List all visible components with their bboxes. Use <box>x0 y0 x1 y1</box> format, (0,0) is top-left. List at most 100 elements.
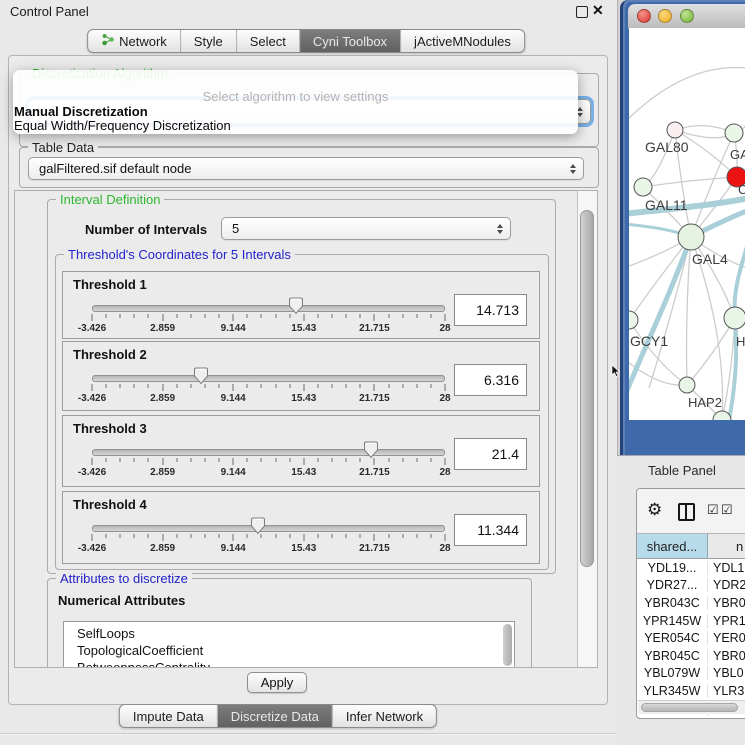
network-edge[interactable] <box>687 237 692 385</box>
checkbox-icon[interactable]: ☑ <box>707 502 719 518</box>
checkbox-icon[interactable]: ☑ <box>721 502 733 518</box>
tick-label: 28 <box>439 543 450 554</box>
table-row[interactable]: YDR27...YDR2 <box>637 577 745 595</box>
tick-label: 28 <box>439 393 450 404</box>
tab-network[interactable]: Network <box>88 30 180 52</box>
algorithm-option[interactable]: Manual Discretization <box>14 104 148 119</box>
threshold-value-field[interactable]: 6.316 <box>454 364 527 396</box>
slider-thumb[interactable] <box>250 517 266 540</box>
table-row[interactable]: YPR145WYPR1 <box>637 612 745 630</box>
numerical-attributes-list[interactable]: SelfLoopsTopologicalCoefficientBetweenne… <box>63 621 515 667</box>
float-window-icon[interactable] <box>576 6 588 18</box>
tab-cyni-toolbox[interactable]: Cyni Toolbox <box>299 30 400 52</box>
algorithm-prompt: Select algorithm to view settings <box>13 89 578 104</box>
threshold-label: Threshold 2 <box>73 347 147 362</box>
threshold-slider[interactable]: -3.4262.8599.14415.4321.71528 <box>87 440 453 482</box>
cell-name: YER0 <box>708 631 745 645</box>
attributes-group: Attributes to discretize Numerical Attri… <box>47 578 532 667</box>
gear-icon[interactable]: ⚙ <box>647 501 662 518</box>
split-columns-icon[interactable] <box>678 503 695 521</box>
zoom-traffic-light-icon[interactable] <box>680 9 694 23</box>
network-edge[interactable] <box>643 177 737 187</box>
tab-jactivemnodules[interactable]: jActiveMNodules <box>400 30 524 52</box>
number-of-intervals-combobox[interactable]: 5 <box>221 217 511 240</box>
network-node[interactable] <box>725 124 743 142</box>
table-row[interactable]: YBL079WYBL0 <box>637 665 745 683</box>
network-node[interactable] <box>724 307 745 329</box>
threshold-slider[interactable]: -3.4262.8599.14415.4321.71528 <box>87 296 453 338</box>
algorithm-option[interactable]: Equal Width/Frequency Discretization <box>14 118 231 133</box>
tab-discretize-data[interactable]: Discretize Data <box>217 705 332 727</box>
attribute-list-item[interactable]: TopologicalCoefficient <box>64 642 514 659</box>
network-node[interactable] <box>679 377 695 393</box>
network-edge[interactable] <box>687 318 735 385</box>
threshold-value-field[interactable]: 21.4 <box>454 438 527 470</box>
interval-definition-group: Interval Definition Number of Intervals … <box>47 199 556 574</box>
network-edge[interactable] <box>629 67 745 124</box>
attributes-scrollbar-thumb[interactable] <box>503 624 512 666</box>
screen: Control Panel ✕ NetworkStyleSelectCyni T… <box>0 0 745 745</box>
tab-impute-data[interactable]: Impute Data <box>120 705 217 727</box>
main-vertical-scrollbar[interactable] <box>577 191 597 667</box>
cell-name: YPR1 <box>708 614 745 628</box>
network-node[interactable] <box>667 122 683 138</box>
table-row[interactable]: YLR345WYLR3 <box>637 682 745 700</box>
tab-style[interactable]: Style <box>180 30 236 52</box>
network-window-titlebar[interactable] <box>628 4 745 29</box>
close-traffic-light-icon[interactable] <box>637 9 651 23</box>
network-node[interactable] <box>713 411 731 420</box>
slider-thumb[interactable] <box>288 297 304 320</box>
threshold-label: Threshold 1 <box>73 277 147 292</box>
tick-label: 2.859 <box>150 543 175 554</box>
table-horizontal-scrollbar[interactable] <box>638 700 745 714</box>
network-edge-thick[interactable] <box>729 240 745 420</box>
table-row[interactable]: YER054CYER0 <box>637 629 745 647</box>
cell-name: YBR0 <box>708 596 745 610</box>
cell-shared-name: YBL079W <box>637 666 708 680</box>
tick-label: -3.426 <box>78 543 106 554</box>
network-edge[interactable] <box>691 237 735 318</box>
network-edge[interactable] <box>629 320 687 385</box>
main-scrollbar-thumb[interactable] <box>580 210 594 567</box>
table-data-group: Table Data galFiltered.sif default node <box>19 147 599 188</box>
table-row[interactable]: YBR043CYBR0 <box>637 594 745 612</box>
network-node[interactable] <box>629 311 638 329</box>
network-node-label: GAL4 <box>692 251 728 267</box>
slider-thumb[interactable] <box>193 367 209 390</box>
close-icon[interactable]: ✕ <box>592 2 604 19</box>
threshold-panel: Threshold 4-3.4262.8599.14415.4321.71528… <box>62 491 540 564</box>
combo-arrows-icon <box>570 164 576 174</box>
cell-name: YBR0 <box>708 649 745 663</box>
attribute-list-item[interactable]: SelfLoops <box>64 625 514 642</box>
apply-button[interactable]: Apply <box>247 672 307 693</box>
minimize-traffic-light-icon[interactable] <box>658 9 672 23</box>
cell-name: YBL0 <box>708 666 744 680</box>
attribute-list-item[interactable]: BetweennessCentrality <box>64 659 514 667</box>
tab-select[interactable]: Select <box>236 30 299 52</box>
control-panel-window: Control Panel ✕ NetworkStyleSelectCyni T… <box>0 0 618 745</box>
network-node[interactable] <box>678 224 704 250</box>
threshold-value-field[interactable]: 11.344 <box>454 514 527 546</box>
table-row[interactable]: YBR045CYBR0 <box>637 647 745 665</box>
tick-label: 2.859 <box>150 323 175 334</box>
tick-label: 21.715 <box>359 393 390 404</box>
table-data-combobox[interactable]: galFiltered.sif default node <box>28 157 584 180</box>
column-header-shared-name[interactable]: shared... <box>637 534 708 558</box>
network-view-window: GAL80GAGAL11CGAL4GCY1HHAP2 <box>620 0 745 455</box>
settings-viewport: Interval Definition Number of Intervals … <box>15 191 577 667</box>
slider-thumb[interactable] <box>363 441 379 464</box>
table-row[interactable]: YDL19...YDL1 <box>637 559 745 577</box>
network-node[interactable] <box>634 178 652 196</box>
threshold-slider[interactable]: -3.4262.8599.14415.4321.71528 <box>87 516 453 558</box>
network-node-label: GA <box>730 147 745 162</box>
threshold-panel: Threshold 3-3.4262.8599.14415.4321.71528… <box>62 415 540 487</box>
cell-name: YLR3 <box>708 684 744 698</box>
threshold-slider[interactable]: -3.4262.8599.14415.4321.71528 <box>87 366 453 408</box>
network-canvas[interactable]: GAL80GAGAL11CGAL4GCY1HHAP2 <box>629 28 745 420</box>
column-header-name[interactable]: n <box>708 534 745 558</box>
table-hscrollbar-thumb[interactable] <box>641 703 738 712</box>
tab-infer-network[interactable]: Infer Network <box>332 705 436 727</box>
tick-label: 15.43 <box>291 467 316 478</box>
table-header-row: shared... n <box>637 533 745 559</box>
threshold-value-field[interactable]: 14.713 <box>454 294 527 326</box>
